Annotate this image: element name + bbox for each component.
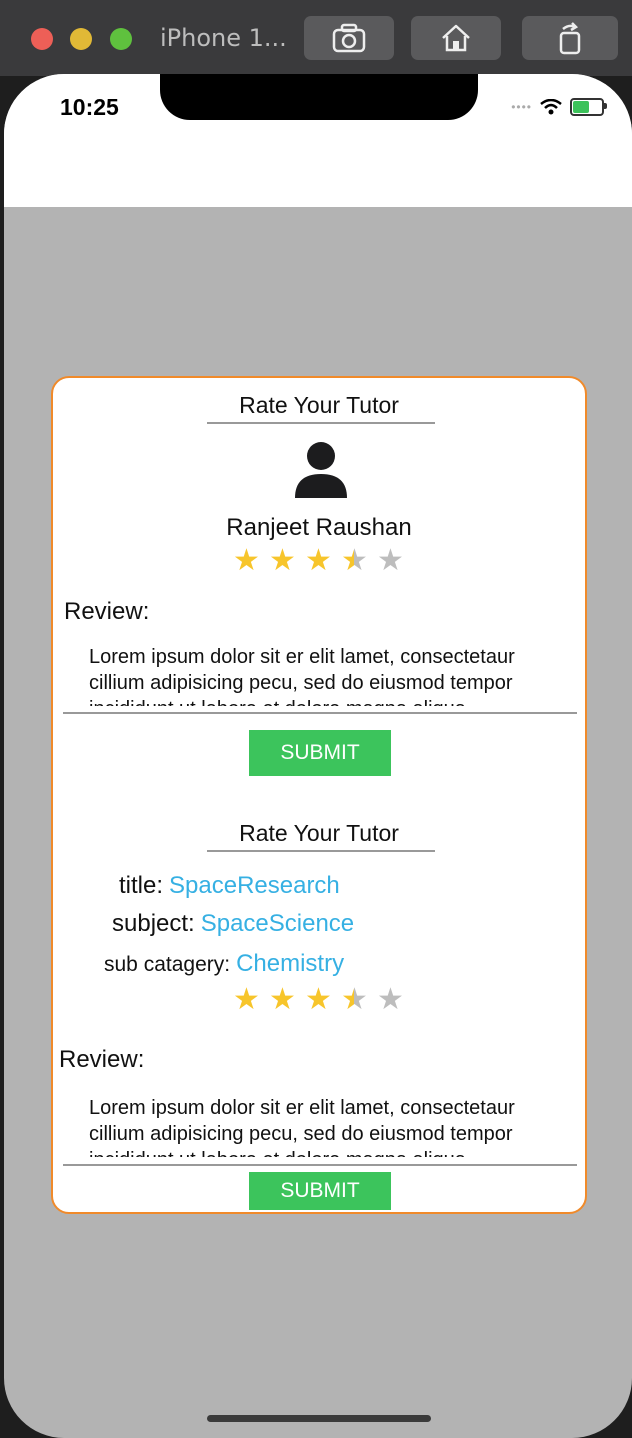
star-2-icon[interactable]: ★	[269, 985, 296, 1015]
home-icon	[442, 24, 470, 52]
field-subject-link[interactable]: SpaceScience	[201, 910, 354, 938]
star-4-icon[interactable]: ★	[341, 985, 368, 1015]
window-title: iPhone 1...	[160, 24, 287, 52]
simulator-titlebar: iPhone 1...	[0, 0, 632, 76]
star-3-icon[interactable]: ★	[305, 546, 332, 576]
field-subcategory-label: sub catagery:	[104, 953, 231, 976]
field-title-label: title:	[119, 872, 164, 899]
status-bar: 10:25 ••••	[4, 74, 632, 207]
home-indicator	[207, 1415, 431, 1422]
battery-icon	[570, 98, 607, 116]
status-icons: ••••	[511, 98, 607, 116]
rotate-button[interactable]	[522, 16, 618, 60]
star-1-icon[interactable]: ★	[233, 546, 260, 576]
signal-dots-icon: ••••	[511, 100, 532, 114]
camera-icon	[332, 23, 366, 53]
review-textarea-2[interactable]: Lorem ipsum dolor sit er elit lamet, con…	[89, 1095, 559, 1157]
close-window-button[interactable]	[31, 28, 53, 50]
device-screen: 10:25 •••• Rate Your Tutor Ranjeet Raush…	[4, 74, 632, 1438]
person-icon	[295, 442, 347, 498]
tutor-name: Ranjeet Raushan	[226, 514, 412, 541]
star-1-icon[interactable]: ★	[233, 985, 260, 1015]
rate-tutor-title: Rate Your Tutor	[239, 392, 399, 418]
rating-modal: Rate Your Tutor Ranjeet Raushan ★ ★ ★ ★ …	[51, 376, 587, 1214]
tutor-rating-stars[interactable]: ★ ★ ★ ★ ★	[233, 546, 404, 576]
screenshot-button[interactable]	[304, 16, 394, 60]
review-textarea[interactable]: Lorem ipsum dolor sit er elit lamet, con…	[89, 644, 559, 706]
field-title: title: SpaceResearch	[119, 872, 340, 900]
star-4-icon[interactable]: ★	[341, 546, 368, 576]
star-5-icon[interactable]: ★	[377, 546, 404, 576]
review-underline-2	[63, 1164, 577, 1166]
rate-tutor-title-2: Rate Your Tutor	[239, 820, 399, 846]
star-3-icon[interactable]: ★	[305, 985, 332, 1015]
rotate-icon	[559, 22, 581, 55]
title-underline	[207, 422, 435, 424]
review-label-2: Review:	[59, 1046, 145, 1073]
home-button[interactable]	[411, 16, 501, 60]
review-underline	[63, 712, 577, 714]
field-subject: subject: SpaceScience	[112, 910, 354, 938]
field-subcategory: sub catagery: Chemistry	[104, 950, 344, 978]
title-underline-2	[207, 850, 435, 852]
field-title-link[interactable]: SpaceResearch	[169, 872, 340, 900]
status-time: 10:25	[60, 94, 119, 120]
field-subject-label: subject:	[112, 910, 195, 937]
minimize-window-button[interactable]	[70, 28, 92, 50]
submit-button-2[interactable]: SUBMIT	[249, 1172, 391, 1210]
course-rating-stars[interactable]: ★ ★ ★ ★ ★	[233, 985, 404, 1015]
field-subcategory-link[interactable]: Chemistry	[236, 950, 344, 978]
star-5-icon[interactable]: ★	[377, 985, 404, 1015]
review-label: Review:	[64, 598, 150, 625]
zoom-window-button[interactable]	[110, 28, 132, 50]
star-2-icon[interactable]: ★	[269, 546, 296, 576]
submit-button[interactable]: SUBMIT	[249, 730, 391, 776]
device-notch	[160, 74, 478, 120]
wifi-icon	[540, 99, 562, 115]
